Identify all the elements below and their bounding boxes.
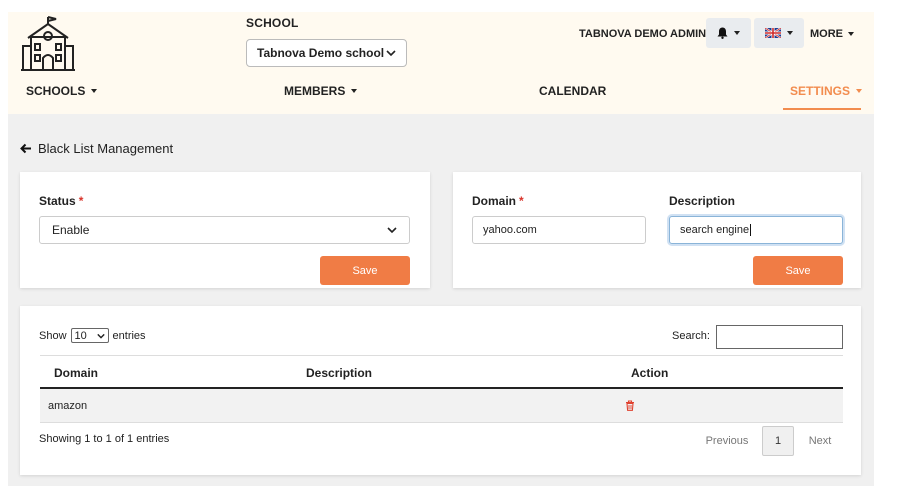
status-save-button[interactable]: Save — [320, 256, 410, 285]
column-header-description[interactable]: Description — [306, 366, 372, 380]
page: SCHOOL Tabnova Demo school TABNOVA DEMO … — [0, 0, 902, 494]
status-select[interactable]: Enable — [39, 216, 410, 244]
caret-down-icon — [734, 31, 740, 35]
search-input[interactable] — [716, 325, 843, 349]
entries-select[interactable]: 10 — [70, 328, 109, 343]
nav-calendar-label: CALENDAR — [539, 84, 607, 98]
school-label: SCHOOL — [246, 16, 299, 30]
caret-down-icon — [787, 31, 793, 35]
description-input-value: search engine — [680, 224, 750, 236]
column-header-action[interactable]: Action — [631, 366, 668, 380]
active-nav-indicator — [783, 108, 861, 110]
status-label-text: Status — [39, 194, 76, 208]
nav-members-label: MEMBERS — [284, 84, 346, 98]
pagination-page-current[interactable]: 1 — [762, 426, 794, 456]
caret-down-icon — [856, 89, 863, 93]
table-header: Domain Description Action — [40, 355, 843, 389]
status-label: Status * — [39, 194, 83, 208]
required-mark: * — [519, 194, 524, 208]
caret-down-icon — [91, 89, 98, 93]
nav-settings-label: SETTINGS — [790, 84, 851, 98]
blacklist-table: Domain Description Action amazon — [40, 355, 843, 423]
arrow-left-icon — [20, 143, 31, 154]
chevron-down-icon — [386, 50, 396, 57]
table-info: Showing 1 to 1 of 1 entries — [39, 433, 170, 445]
text-cursor — [750, 224, 752, 236]
main-content: Black List Management Status * Enable Sav… — [8, 114, 874, 486]
show-label: Show — [39, 329, 67, 342]
column-header-domain[interactable]: Domain — [54, 366, 98, 380]
more-menu[interactable]: MORE — [810, 28, 854, 40]
top-header: SCHOOL Tabnova Demo school TABNOVA DEMO … — [8, 12, 874, 114]
status-select-value: Enable — [52, 223, 90, 237]
description-label: Description — [669, 194, 736, 208]
chevron-down-icon — [387, 227, 397, 234]
page-title: Black List Management — [38, 141, 174, 156]
caret-down-icon — [351, 89, 358, 93]
nav-members[interactable]: MEMBERS — [284, 84, 358, 98]
required-mark: * — [78, 194, 84, 208]
description-input[interactable]: search engine — [669, 216, 843, 244]
table-row: amazon — [40, 389, 843, 423]
school-select[interactable]: Tabnova Demo school — [246, 39, 407, 67]
chevron-down-icon — [96, 333, 105, 339]
nav-schools[interactable]: SCHOOLS — [26, 84, 98, 98]
back-link[interactable]: Black List Management — [20, 141, 173, 156]
entries-select-value: 10 — [74, 329, 87, 342]
more-label: MORE — [810, 28, 843, 40]
pagination-next[interactable]: Next — [803, 426, 837, 456]
domain-card: Domain * yahoo.com Description search eng… — [453, 172, 861, 288]
trash-icon[interactable] — [625, 400, 635, 411]
row-domain: amazon — [48, 400, 88, 412]
nav-calendar[interactable]: CALENDAR — [539, 84, 606, 98]
admin-name[interactable]: TABNOVA DEMO ADMIN — [579, 28, 706, 40]
nav-settings[interactable]: SETTINGS — [790, 84, 863, 98]
domain-label: Domain * — [472, 194, 524, 208]
search-label: Search: — [672, 330, 710, 342]
entries-length: Show 10 entries — [39, 328, 146, 343]
pagination-previous[interactable]: Previous — [700, 426, 754, 456]
nav-schools-label: SCHOOLS — [26, 84, 86, 98]
entries-label: entries — [112, 329, 146, 342]
caret-down-icon — [848, 32, 854, 36]
school-select-value: Tabnova Demo school — [257, 46, 385, 60]
notifications-button[interactable] — [706, 18, 751, 48]
bell-icon — [717, 27, 728, 39]
domain-label-text: Domain — [472, 194, 517, 208]
school-building-icon[interactable] — [20, 16, 76, 72]
blacklist-table-card: Show 10 entries Search: Domain Descripti… — [20, 306, 861, 475]
status-card: Status * Enable Save — [20, 172, 430, 288]
uk-flag-icon — [765, 28, 781, 38]
language-button[interactable] — [754, 18, 804, 48]
domain-input[interactable]: yahoo.com — [472, 216, 646, 244]
domain-save-button[interactable]: Save — [753, 256, 843, 285]
